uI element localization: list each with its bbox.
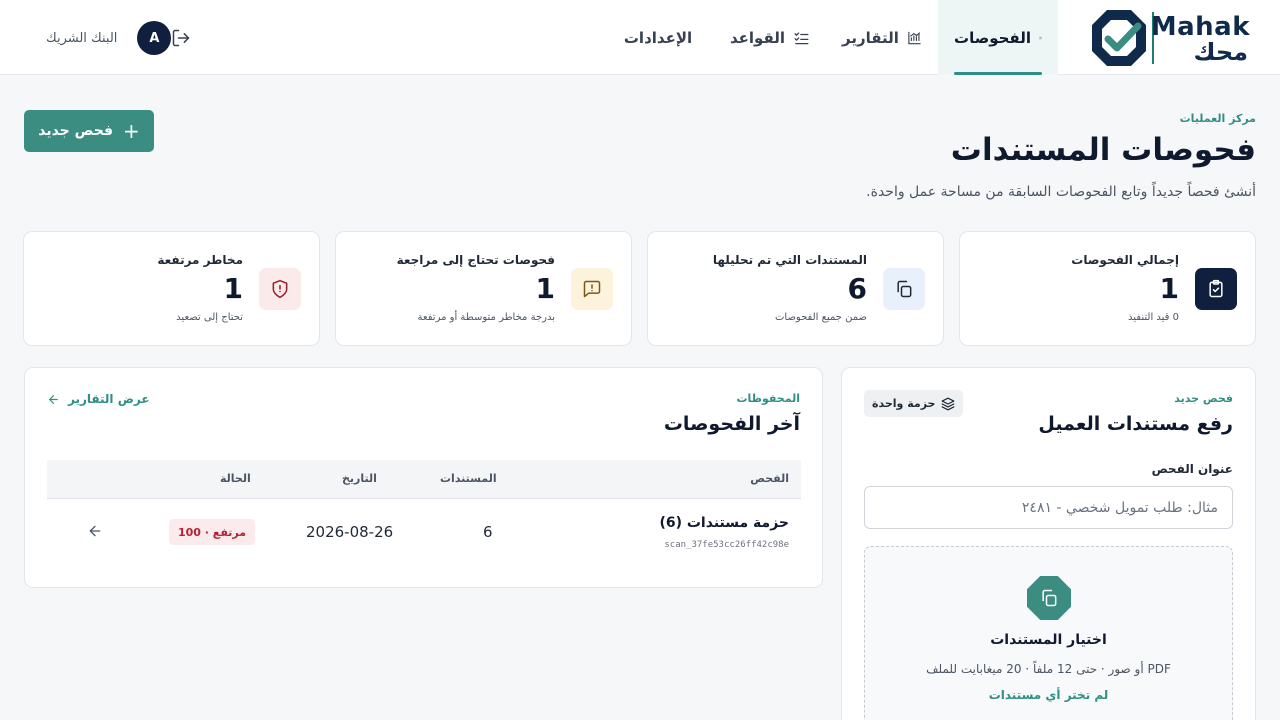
upload-docs-icon xyxy=(1027,576,1071,620)
arrow-left-icon xyxy=(49,394,58,404)
copy-icon xyxy=(883,268,925,310)
recent-title: آخر الفحوصات xyxy=(663,413,800,435)
list-check-icon xyxy=(794,31,809,44)
chip-label: حزمة واحدة xyxy=(872,397,936,410)
user-area: البنك الشريك A xyxy=(36,21,191,55)
stat-label: المستندات التي تم تحليلها xyxy=(712,253,867,267)
stat-note: ضمن جميع الفحوصات xyxy=(774,312,867,323)
check-title-input[interactable] xyxy=(864,486,1233,529)
page-eyebrow: مركز العمليات xyxy=(1179,112,1256,125)
table-row[interactable]: حزمة مستندات (6) scan_37fe53cc26ff42c98e… xyxy=(47,499,801,565)
check-title-label: عنوان الفحص xyxy=(1151,462,1233,476)
new-check-button[interactable]: + فحص جديد xyxy=(24,110,154,152)
upload-panel: فحص جديد رفع مستندات العميل حزمة واحدة ع… xyxy=(841,367,1256,720)
stat-label: إجمالي الفحوصات xyxy=(1071,253,1179,267)
stat-note: 0 قيد التنفيذ xyxy=(1128,312,1179,323)
tab-settings[interactable]: الإعدادات xyxy=(610,0,714,75)
row-check-name: حزمة مستندات (6) xyxy=(659,515,789,531)
chart-icon xyxy=(908,31,921,44)
tab-rules[interactable]: القواعد xyxy=(714,0,826,75)
stat-label: مخاطر مرتفعة xyxy=(157,253,243,267)
stat-card-needs-review: فحوصات تحتاج إلى مراجعة 1 بدرجة مخاطر مت… xyxy=(335,231,632,346)
view-reports-link[interactable]: عرض التقارير xyxy=(47,392,150,406)
layers-icon xyxy=(942,397,955,410)
column-header-check: الفحص xyxy=(750,472,789,485)
logout-icon[interactable] xyxy=(171,28,191,48)
stat-card-docs-analyzed: المستندات التي تم تحليلها 6 ضمن جميع الف… xyxy=(647,231,944,346)
tab-reports[interactable]: التقارير xyxy=(826,0,938,75)
tab-rules-label: القواعد xyxy=(730,28,786,47)
row-date: 2026-08-26 xyxy=(306,523,394,541)
main-nav: الفحوصات التقارير القواعد الإعدادات xyxy=(610,0,1058,75)
top-header: Mahak محك الفحوصات التقارير القواعد الإع… xyxy=(0,0,1280,75)
logo-mark-icon xyxy=(1092,10,1146,66)
tab-settings-label: الإعدادات xyxy=(623,28,693,47)
stat-note: بدرجة مخاطر متوسطة أو مرتفعة xyxy=(417,312,555,323)
document-dropzone[interactable]: اختيار المستندات PDF أو صور · حتى 12 ملف… xyxy=(864,546,1233,720)
view-reports-label: عرض التقارير xyxy=(68,392,150,406)
recent-checks-panel: المحفوظات آخر الفحوصات عرض التقارير الفح… xyxy=(24,367,823,588)
upload-eyebrow: فحص جديد xyxy=(1174,392,1233,405)
stat-label: فحوصات تحتاج إلى مراجعة xyxy=(396,253,555,267)
column-header-docs: المستندات xyxy=(440,472,497,485)
new-check-label: فحص جديد xyxy=(38,123,113,139)
row-open-arrow-icon[interactable] xyxy=(87,523,103,539)
stat-note: تحتاج إلى تصعيد xyxy=(176,312,243,323)
stat-value: 1 xyxy=(1159,272,1179,305)
single-bundle-chip[interactable]: حزمة واحدة xyxy=(864,390,964,417)
row-docs-count: 6 xyxy=(483,523,493,541)
dropzone-title: اختيار المستندات xyxy=(990,632,1107,648)
table-header: الفحص المستندات التاريخ الحالة xyxy=(47,460,801,499)
stat-card-high-risk: مخاطر مرتفعة 1 تحتاج إلى تصعيد xyxy=(23,231,320,346)
clipboard-check-icon xyxy=(1195,268,1237,310)
message-alert-icon xyxy=(571,268,613,310)
status-badge: مرتفع · 100 xyxy=(169,519,256,545)
shield-alert-icon xyxy=(259,268,301,310)
brand-name-ar: محك xyxy=(1193,38,1248,66)
dropzone-note: PDF أو صور · حتى 12 ملفاً · 20 ميغابايت … xyxy=(926,662,1171,676)
avatar[interactable]: A xyxy=(137,21,172,55)
brand-logo[interactable]: Mahak محك xyxy=(1090,8,1250,68)
upload-title: رفع مستندات العميل xyxy=(1038,413,1233,435)
page-title: فحوصات المستندات xyxy=(950,132,1256,168)
stat-value: 6 xyxy=(847,272,867,305)
org-name: البنك الشريك xyxy=(46,30,118,46)
column-header-date: التاريخ xyxy=(342,472,377,485)
stat-value: 1 xyxy=(223,272,243,305)
column-header-status: الحالة xyxy=(220,472,251,485)
row-check-id: scan_37fe53cc26ff42c98e xyxy=(664,540,789,550)
tab-checks-label: الفحوصات xyxy=(954,28,1031,47)
tab-reports-label: التقارير xyxy=(842,28,899,47)
recent-eyebrow: المحفوظات xyxy=(736,392,800,405)
stat-value: 1 xyxy=(535,272,555,305)
page-subtitle: أنشئ فحصاً جديداً وتابع الفحوصات السابقة… xyxy=(866,184,1256,200)
plus-icon: + xyxy=(123,119,140,143)
tab-checks[interactable]: الفحوصات xyxy=(938,0,1058,75)
scan-search-icon xyxy=(1039,36,1042,39)
dropzone-status: لم تختر أي مستندات xyxy=(988,688,1109,702)
stat-card-total-checks: إجمالي الفحوصات 1 0 قيد التنفيذ xyxy=(959,231,1256,346)
